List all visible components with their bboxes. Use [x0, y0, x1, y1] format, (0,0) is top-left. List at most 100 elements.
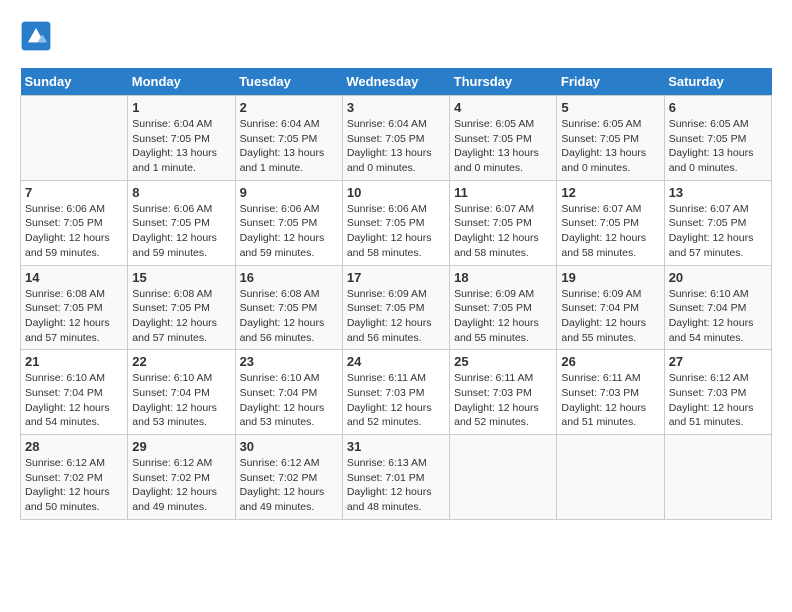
day-cell: 14 Sunrise: 6:08 AM Sunset: 7:05 PM Dayli… — [21, 265, 128, 350]
day-info: Sunrise: 6:04 AM Sunset: 7:05 PM Dayligh… — [347, 117, 445, 176]
day-info: Sunrise: 6:10 AM Sunset: 7:04 PM Dayligh… — [25, 371, 123, 430]
day-number: 19 — [561, 270, 659, 285]
day-cell: 23 Sunrise: 6:10 AM Sunset: 7:04 PM Dayli… — [235, 350, 342, 435]
day-info: Sunrise: 6:06 AM Sunset: 7:05 PM Dayligh… — [347, 202, 445, 261]
day-info: Sunrise: 6:11 AM Sunset: 7:03 PM Dayligh… — [454, 371, 552, 430]
day-cell: 13Sunrise: 6:07 AM Sunset: 7:05 PM Dayli… — [664, 180, 771, 265]
day-cell: 21 Sunrise: 6:10 AM Sunset: 7:04 PM Dayli… — [21, 350, 128, 435]
day-info: Sunrise: 6:04 AM Sunset: 7:05 PM Dayligh… — [132, 117, 230, 176]
day-cell: 2Sunrise: 6:04 AM Sunset: 7:05 PM Daylig… — [235, 96, 342, 181]
day-cell: 27 Sunrise: 6:12 AM Sunset: 7:03 PM Dayli… — [664, 350, 771, 435]
day-cell: 12 Sunrise: 6:07 AM Sunset: 7:05 PM Dayli… — [557, 180, 664, 265]
week-row-0: 1 Sunrise: 6:04 AM Sunset: 7:05 PM Daylig… — [21, 96, 772, 181]
day-info: Sunrise: 6:08 AM Sunset: 7:05 PM Dayligh… — [25, 287, 123, 346]
header-row: SundayMondayTuesdayWednesdayThursdayFrid… — [21, 68, 772, 96]
day-info: Sunrise: 6:06 AM Sunset: 7:05 PM Dayligh… — [25, 202, 123, 261]
day-number: 10 — [347, 185, 445, 200]
day-info: Sunrise: 6:12 AM Sunset: 7:02 PM Dayligh… — [240, 456, 338, 515]
day-cell: 16 Sunrise: 6:08 AM Sunset: 7:05 PM Dayli… — [235, 265, 342, 350]
week-row-2: 14 Sunrise: 6:08 AM Sunset: 7:05 PM Dayli… — [21, 265, 772, 350]
day-number: 14 — [25, 270, 123, 285]
day-cell — [450, 435, 557, 520]
day-info: Sunrise: 6:13 AM Sunset: 7:01 PM Dayligh… — [347, 456, 445, 515]
day-cell: 7 Sunrise: 6:06 AM Sunset: 7:05 PM Daylig… — [21, 180, 128, 265]
day-cell: 5 Sunrise: 6:05 AM Sunset: 7:05 PM Daylig… — [557, 96, 664, 181]
day-cell: 9 Sunrise: 6:06 AM Sunset: 7:05 PM Daylig… — [235, 180, 342, 265]
day-number: 30 — [240, 439, 338, 454]
day-cell: 8 Sunrise: 6:06 AM Sunset: 7:05 PM Daylig… — [128, 180, 235, 265]
day-cell: 25Sunrise: 6:11 AM Sunset: 7:03 PM Dayli… — [450, 350, 557, 435]
day-cell: 17Sunrise: 6:09 AM Sunset: 7:05 PM Dayli… — [342, 265, 449, 350]
day-number: 5 — [561, 100, 659, 115]
day-number: 9 — [240, 185, 338, 200]
day-info: Sunrise: 6:09 AM Sunset: 7:04 PM Dayligh… — [561, 287, 659, 346]
day-number: 21 — [25, 354, 123, 369]
day-info: Sunrise: 6:06 AM Sunset: 7:05 PM Dayligh… — [132, 202, 230, 261]
day-cell: 15Sunrise: 6:08 AM Sunset: 7:05 PM Dayli… — [128, 265, 235, 350]
column-header-thursday: Thursday — [450, 68, 557, 96]
day-cell: 26Sunrise: 6:11 AM Sunset: 7:03 PM Dayli… — [557, 350, 664, 435]
day-number: 28 — [25, 439, 123, 454]
day-info: Sunrise: 6:10 AM Sunset: 7:04 PM Dayligh… — [132, 371, 230, 430]
week-row-1: 7 Sunrise: 6:06 AM Sunset: 7:05 PM Daylig… — [21, 180, 772, 265]
day-cell: 4Sunrise: 6:05 AM Sunset: 7:05 PM Daylig… — [450, 96, 557, 181]
day-number: 22 — [132, 354, 230, 369]
day-number: 1 — [132, 100, 230, 115]
day-info: Sunrise: 6:07 AM Sunset: 7:05 PM Dayligh… — [669, 202, 767, 261]
day-number: 23 — [240, 354, 338, 369]
day-number: 7 — [25, 185, 123, 200]
column-header-tuesday: Tuesday — [235, 68, 342, 96]
week-row-4: 28 Sunrise: 6:12 AM Sunset: 7:02 PM Dayli… — [21, 435, 772, 520]
day-info: Sunrise: 6:12 AM Sunset: 7:02 PM Dayligh… — [132, 456, 230, 515]
day-info: Sunrise: 6:11 AM Sunset: 7:03 PM Dayligh… — [347, 371, 445, 430]
day-info: Sunrise: 6:06 AM Sunset: 7:05 PM Dayligh… — [240, 202, 338, 261]
day-cell: 18Sunrise: 6:09 AM Sunset: 7:05 PM Dayli… — [450, 265, 557, 350]
day-number: 11 — [454, 185, 552, 200]
day-cell: 10 Sunrise: 6:06 AM Sunset: 7:05 PM Dayli… — [342, 180, 449, 265]
day-cell: 19 Sunrise: 6:09 AM Sunset: 7:04 PM Dayli… — [557, 265, 664, 350]
day-info: Sunrise: 6:12 AM Sunset: 7:02 PM Dayligh… — [25, 456, 123, 515]
column-header-wednesday: Wednesday — [342, 68, 449, 96]
week-row-3: 21 Sunrise: 6:10 AM Sunset: 7:04 PM Dayli… — [21, 350, 772, 435]
day-info: Sunrise: 6:10 AM Sunset: 7:04 PM Dayligh… — [669, 287, 767, 346]
day-info: Sunrise: 6:05 AM Sunset: 7:05 PM Dayligh… — [454, 117, 552, 176]
day-number: 12 — [561, 185, 659, 200]
day-cell — [664, 435, 771, 520]
day-info: Sunrise: 6:10 AM Sunset: 7:04 PM Dayligh… — [240, 371, 338, 430]
day-number: 17 — [347, 270, 445, 285]
day-cell: 11 Sunrise: 6:07 AM Sunset: 7:05 PM Dayli… — [450, 180, 557, 265]
day-number: 15 — [132, 270, 230, 285]
day-info: Sunrise: 6:08 AM Sunset: 7:05 PM Dayligh… — [240, 287, 338, 346]
day-number: 31 — [347, 439, 445, 454]
column-header-friday: Friday — [557, 68, 664, 96]
day-number: 3 — [347, 100, 445, 115]
day-number: 27 — [669, 354, 767, 369]
column-header-monday: Monday — [128, 68, 235, 96]
column-header-saturday: Saturday — [664, 68, 771, 96]
day-info: Sunrise: 6:09 AM Sunset: 7:05 PM Dayligh… — [454, 287, 552, 346]
day-info: Sunrise: 6:05 AM Sunset: 7:05 PM Dayligh… — [561, 117, 659, 176]
day-cell — [557, 435, 664, 520]
day-cell: 30 Sunrise: 6:12 AM Sunset: 7:02 PM Dayli… — [235, 435, 342, 520]
day-cell: 22 Sunrise: 6:10 AM Sunset: 7:04 PM Dayli… — [128, 350, 235, 435]
logo-icon — [20, 20, 52, 52]
day-number: 24 — [347, 354, 445, 369]
day-cell: 28 Sunrise: 6:12 AM Sunset: 7:02 PM Dayli… — [21, 435, 128, 520]
header — [20, 20, 772, 52]
day-number: 6 — [669, 100, 767, 115]
day-number: 8 — [132, 185, 230, 200]
calendar-table: SundayMondayTuesdayWednesdayThursdayFrid… — [20, 68, 772, 520]
day-info: Sunrise: 6:12 AM Sunset: 7:03 PM Dayligh… — [669, 371, 767, 430]
day-number: 16 — [240, 270, 338, 285]
day-cell: 24 Sunrise: 6:11 AM Sunset: 7:03 PM Dayli… — [342, 350, 449, 435]
day-info: Sunrise: 6:04 AM Sunset: 7:05 PM Dayligh… — [240, 117, 338, 176]
day-cell — [21, 96, 128, 181]
day-cell: 31 Sunrise: 6:13 AM Sunset: 7:01 PM Dayli… — [342, 435, 449, 520]
day-info: Sunrise: 6:07 AM Sunset: 7:05 PM Dayligh… — [454, 202, 552, 261]
day-number: 20 — [669, 270, 767, 285]
day-info: Sunrise: 6:07 AM Sunset: 7:05 PM Dayligh… — [561, 202, 659, 261]
day-cell: 3 Sunrise: 6:04 AM Sunset: 7:05 PM Daylig… — [342, 96, 449, 181]
day-info: Sunrise: 6:05 AM Sunset: 7:05 PM Dayligh… — [669, 117, 767, 176]
day-number: 29 — [132, 439, 230, 454]
day-cell: 1 Sunrise: 6:04 AM Sunset: 7:05 PM Daylig… — [128, 96, 235, 181]
